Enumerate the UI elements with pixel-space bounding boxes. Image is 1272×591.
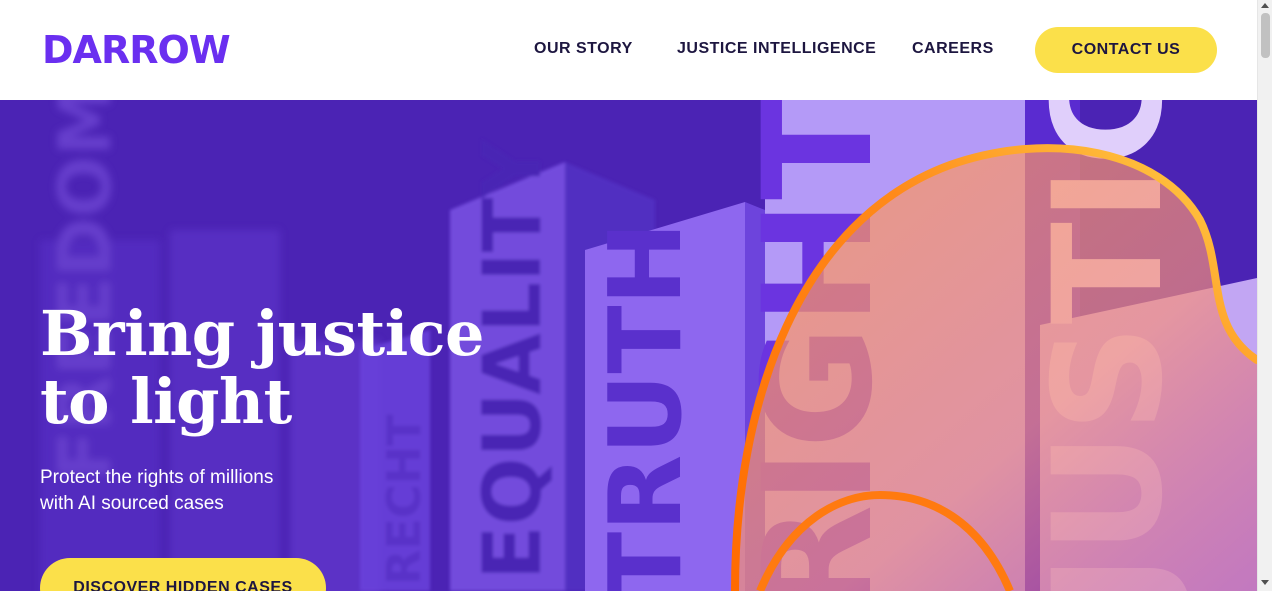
contact-us-button[interactable]: CONTACT US	[1035, 27, 1217, 73]
logo-text: DARROW	[42, 28, 231, 72]
site-header: DARROW OUR STORY JUSTICE INTELLIGENCE CA…	[0, 0, 1257, 100]
scroll-down-arrow-icon[interactable]	[1261, 580, 1269, 585]
hero-title-line-1: Bring justice	[40, 297, 484, 370]
page-scrollbar[interactable]	[1257, 0, 1272, 591]
discover-hidden-cases-button[interactable]: DISCOVER HIDDEN CASES	[40, 558, 326, 591]
svg-text:RECHT: RECHT	[377, 414, 431, 585]
hero-title-line-2: to light	[40, 365, 292, 438]
scroll-up-arrow-icon[interactable]	[1261, 3, 1269, 8]
darrow-logo[interactable]: DARROW	[42, 28, 231, 72]
nav-our-story[interactable]: OUR STORY	[534, 40, 633, 58]
hero-subtitle-line-1: Protect the rights of millions	[40, 467, 274, 488]
scrollbar-thumb[interactable]	[1261, 13, 1270, 58]
hero-section: FREEDOM EQUALITY RECHT TRUTH RIGHTS JUST…	[0, 100, 1257, 591]
svg-text:TRUTH: TRUTH	[587, 222, 704, 591]
hero-subtitle-line-2: with AI sourced cases	[40, 493, 224, 514]
nav-careers[interactable]: CAREERS	[912, 40, 994, 58]
hero-title: Bring justice to light	[40, 300, 560, 436]
nav-justice-intelligence[interactable]: JUSTICE INTELLIGENCE	[677, 40, 876, 58]
hero-subtitle: Protect the rights of millions with AI s…	[40, 465, 360, 517]
